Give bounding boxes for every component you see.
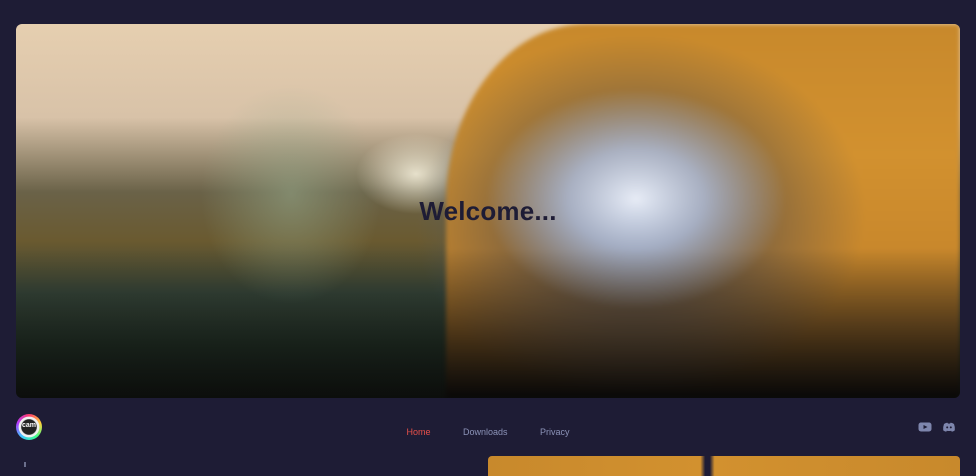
youtube-icon[interactable] <box>918 420 932 434</box>
nav-links: Home Downloads Privacy <box>0 422 976 440</box>
lower-marker <box>24 462 26 467</box>
nav-link-privacy[interactable]: Privacy <box>540 427 570 437</box>
content-image <box>488 456 960 476</box>
nav-link-home[interactable]: Home <box>407 427 431 437</box>
social-links <box>918 420 956 434</box>
hero-title: Welcome... <box>419 196 557 226</box>
discord-icon[interactable] <box>942 420 956 434</box>
footer-nav: cam Home Downloads Privacy <box>0 410 976 444</box>
hero-banner: Welcome... <box>16 24 960 398</box>
nav-link-downloads[interactable]: Downloads <box>463 427 508 437</box>
